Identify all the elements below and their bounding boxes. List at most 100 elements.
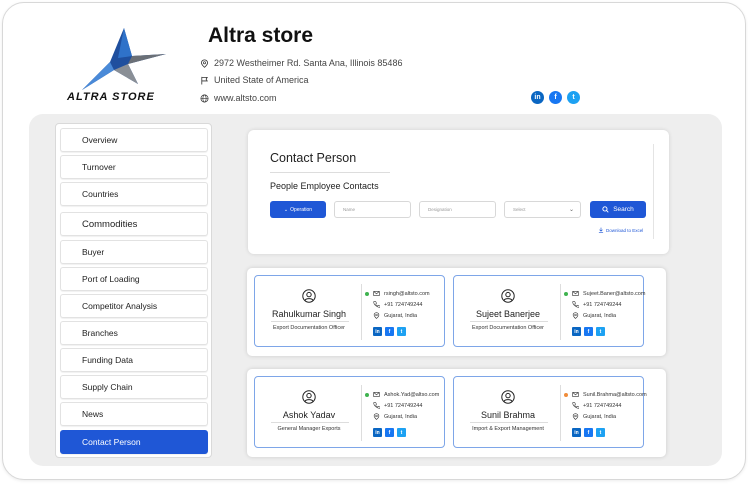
- sidebar-item-competitor-analysis[interactable]: Competitor Analysis: [60, 294, 208, 318]
- twitter-icon[interactable]: t: [596, 428, 605, 437]
- contact-phone-row: +91 724749244: [373, 301, 422, 308]
- contact-name: Sujeet Banerjee: [475, 309, 541, 319]
- card-divider: [361, 385, 362, 441]
- contact-email[interactable]: rsingh@altsto.com: [384, 291, 430, 297]
- contact-phone-row: +91 724749244: [572, 402, 621, 409]
- flag-icon: [201, 76, 208, 85]
- globe-icon: [200, 94, 209, 102]
- contact-phone: +91 724749244: [384, 301, 423, 308]
- location-pin-icon: [201, 58, 208, 68]
- contact-location-row: Gujarat, India: [572, 413, 616, 420]
- contact-email-row: Sujeet.Baner@altsto.com: [572, 290, 645, 297]
- contact-location: Gujarat, India: [583, 312, 617, 319]
- contact-email-row: Ashok.Yad@altso.com: [373, 391, 439, 398]
- contact-email[interactable]: Ashok.Yad@altso.com: [384, 392, 439, 398]
- address-text: 2972 Westheimer Rd. Santa Ana, Illinois …: [214, 58, 403, 68]
- sidebar-item-overview[interactable]: Overview: [60, 128, 208, 152]
- contact-role: Export Documentation Officer: [272, 325, 346, 331]
- mail-icon: [572, 392, 579, 397]
- contact-email[interactable]: Sujeet.Baner@altsto.com: [583, 291, 645, 297]
- download-icon: [598, 227, 604, 233]
- sidebar: Overview Turnover Countries Commodities …: [55, 123, 212, 458]
- location-pin-icon: [373, 312, 380, 319]
- phone-icon: [572, 402, 579, 409]
- sidebar-item-commodities[interactable]: Commodities: [60, 212, 208, 236]
- card-divider: [560, 385, 561, 441]
- download-excel-label: Download to Excel: [606, 227, 644, 233]
- contact-phone-row: +91 724749244: [572, 301, 621, 308]
- user-avatar-icon: [302, 289, 316, 303]
- country-line: United State of America: [200, 75, 309, 85]
- contact-card: Sunil Brahma Import & Export Management …: [453, 376, 647, 448]
- panel-divider: [653, 144, 654, 239]
- user-avatar-icon: [501, 289, 515, 303]
- status-dot: [365, 292, 369, 296]
- linkedin-icon[interactable]: in: [373, 428, 382, 437]
- contact-role: Import & Export Management: [472, 426, 544, 432]
- phone-icon: [373, 402, 380, 409]
- contact-location: Gujarat, India: [384, 312, 418, 319]
- contact-phone: +91 724749244: [384, 402, 423, 409]
- contact-social-links: in f t: [572, 327, 605, 336]
- designation-input[interactable]: Designation: [419, 201, 496, 218]
- panel-subtitle: People Employee Contacts: [270, 181, 379, 191]
- contact-role: General Manager Exports: [277, 426, 341, 432]
- download-excel-link[interactable]: Download to Excel: [598, 227, 643, 233]
- contacts-row-2: Ashok Yadav General Manager Exports Asho…: [247, 369, 666, 457]
- twitter-icon[interactable]: t: [397, 428, 406, 437]
- search-icon: [602, 206, 609, 213]
- sidebar-item-news[interactable]: News: [60, 402, 208, 426]
- facebook-icon[interactable]: f: [385, 327, 394, 336]
- sidebar-item-turnover[interactable]: Turnover: [60, 155, 208, 179]
- search-button[interactable]: Search: [590, 201, 646, 218]
- twitter-icon[interactable]: t: [596, 327, 605, 336]
- linkedin-icon[interactable]: in: [531, 91, 544, 104]
- linkedin-icon[interactable]: in: [572, 428, 581, 437]
- contact-card: Sujeet Banerjee Export Documentation Off…: [453, 275, 645, 347]
- sidebar-item-buyer[interactable]: Buyer: [60, 240, 208, 264]
- facebook-icon[interactable]: f: [584, 327, 593, 336]
- select-dropdown[interactable]: Select ⌄: [504, 201, 581, 218]
- sidebar-item-countries[interactable]: Countries: [60, 182, 208, 206]
- phone-icon: [572, 301, 579, 308]
- linkedin-icon[interactable]: in: [572, 327, 581, 336]
- contact-location: Gujarat, India: [384, 413, 418, 420]
- designation-input-placeholder: Designation: [428, 207, 452, 212]
- facebook-icon[interactable]: f: [549, 91, 562, 104]
- linkedin-icon[interactable]: in: [373, 327, 382, 336]
- user-avatar-icon: [302, 390, 316, 404]
- name-divider: [470, 321, 548, 322]
- contact-location: Gujarat, India: [583, 413, 617, 420]
- chevron-down-icon: ⌄: [568, 207, 574, 213]
- sidebar-item-funding-data[interactable]: Funding Data: [60, 348, 208, 372]
- twitter-icon[interactable]: t: [397, 327, 406, 336]
- sidebar-item-supply-chain[interactable]: Supply Chain: [60, 375, 208, 399]
- contact-location-row: Gujarat, India: [572, 312, 616, 319]
- select-dropdown-placeholder: Select: [513, 207, 526, 212]
- contact-email[interactable]: Sunil.Brahma@altsto.com: [583, 392, 647, 398]
- card-divider: [361, 284, 362, 340]
- sidebar-item-contact-person[interactable]: Contact Person: [60, 430, 208, 454]
- contact-phone-row: +91 724749244: [373, 402, 422, 409]
- contact-name: Rahulkumar Singh: [271, 309, 347, 319]
- card-divider: [560, 284, 561, 340]
- website-link[interactable]: www.altsto.com: [214, 93, 277, 103]
- country-text: United State of America: [214, 75, 309, 85]
- contacts-row-1: Rahulkumar Singh Export Documentation Of…: [247, 268, 666, 356]
- phone-icon: [373, 301, 380, 308]
- contact-phone: +91 724749244: [583, 402, 622, 409]
- name-input[interactable]: Name: [334, 201, 411, 218]
- contact-phone: +91 724749244: [583, 301, 622, 308]
- sidebar-item-port-of-loading[interactable]: Port of Loading: [60, 267, 208, 291]
- contact-name: Sunil Brahma: [480, 410, 536, 420]
- facebook-icon[interactable]: f: [584, 428, 593, 437]
- operation-dropdown[interactable]: ⌄ Operation: [270, 201, 326, 218]
- status-dot: [564, 292, 568, 296]
- search-button-label: Search: [613, 206, 634, 213]
- mail-icon: [373, 291, 380, 296]
- twitter-icon[interactable]: t: [567, 91, 580, 104]
- contact-location-row: Gujarat, India: [373, 312, 417, 319]
- location-pin-icon: [373, 413, 380, 420]
- facebook-icon[interactable]: f: [385, 428, 394, 437]
- sidebar-item-branches[interactable]: Branches: [60, 321, 208, 345]
